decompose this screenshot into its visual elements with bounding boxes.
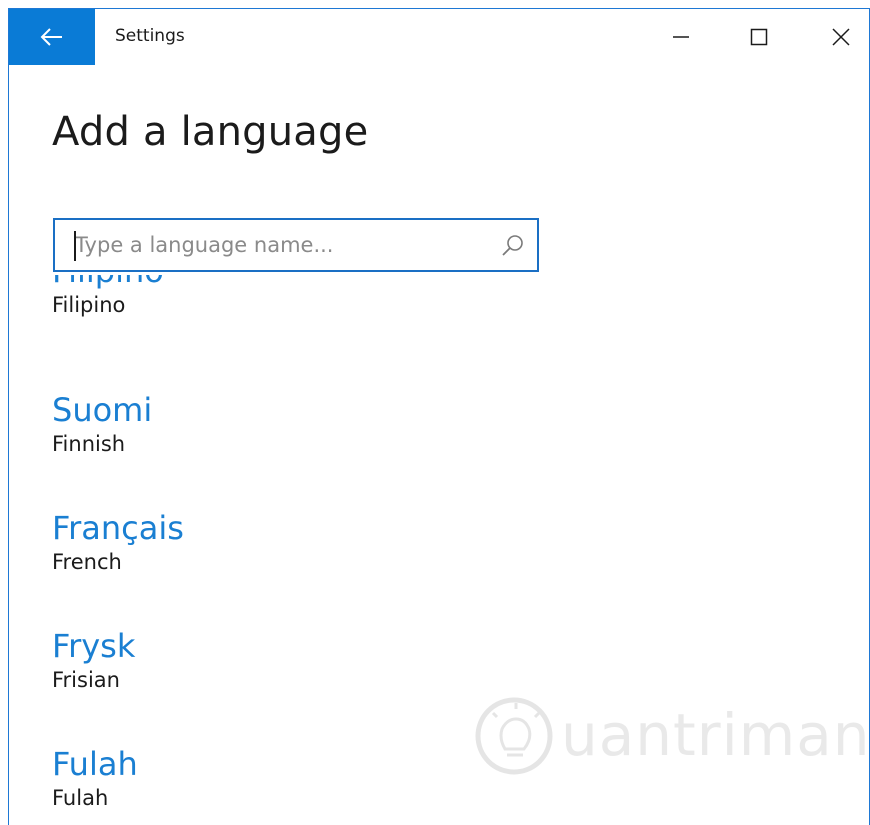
lightbulb-icon xyxy=(475,697,553,775)
window-title: Settings xyxy=(115,26,185,46)
minimize-button[interactable] xyxy=(639,9,723,65)
minimize-icon xyxy=(673,36,689,38)
maximize-button[interactable] xyxy=(717,9,801,65)
search-box[interactable] xyxy=(53,218,539,272)
list-item-frysk[interactable]: Frysk Frisian xyxy=(52,626,135,694)
language-native-name: Suomi xyxy=(52,391,153,429)
search-input[interactable] xyxy=(67,220,495,270)
language-english-name: French xyxy=(52,550,122,574)
language-native-name: Frysk xyxy=(52,627,136,665)
search-icon[interactable] xyxy=(499,232,527,260)
text-caret xyxy=(74,231,76,261)
watermark: uantrimang xyxy=(469,687,869,787)
language-native-name: Filipino xyxy=(52,275,164,291)
list-item-fulah[interactable]: Fulah Fulah xyxy=(52,744,138,812)
language-english-name: Frisian xyxy=(52,668,120,692)
list-item-francais[interactable]: Français French xyxy=(52,508,184,576)
page-title: Add a language xyxy=(52,109,369,155)
close-button[interactable] xyxy=(799,9,869,65)
language-native-name: Français xyxy=(52,509,184,547)
list-item-filipino[interactable]: Filipino Filipino xyxy=(52,275,164,319)
watermark-text: uantrimang xyxy=(561,701,870,769)
back-button[interactable] xyxy=(9,9,95,65)
language-native-name: Fulah xyxy=(52,745,138,783)
close-icon xyxy=(832,28,850,46)
arrow-left-icon xyxy=(40,28,62,46)
maximize-icon xyxy=(750,28,768,46)
settings-window: Settings Add a language Filipino xyxy=(8,8,870,825)
title-bar: Settings xyxy=(9,9,869,65)
language-english-name: Finnish xyxy=(52,432,126,456)
language-english-name: Filipino xyxy=(52,293,126,317)
language-english-name: Fulah xyxy=(52,786,109,810)
list-item-suomi[interactable]: Suomi Finnish xyxy=(52,390,152,458)
